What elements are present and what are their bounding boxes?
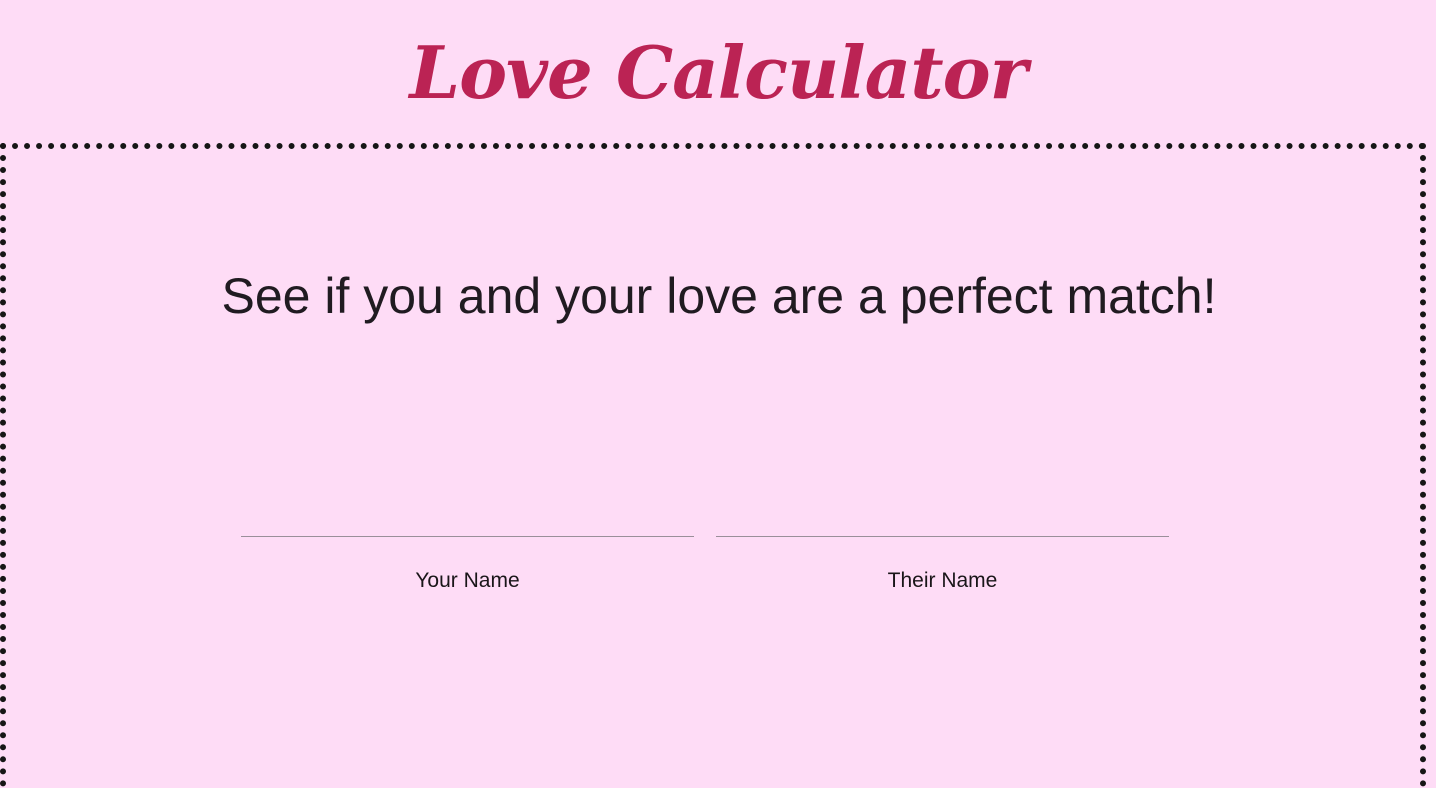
your-name-input[interactable] [241,501,694,537]
your-name-field: Your Name [241,501,694,592]
their-name-label: Their Name [887,569,998,592]
their-name-input[interactable] [716,501,1169,537]
their-name-field: Their Name [716,501,1169,592]
calculator-card: See if you and your love are a perfect m… [0,143,1426,788]
page-header: Love Calculator [0,0,1436,145]
tagline: See if you and your love are a perfect m… [221,268,1217,324]
page-title: Love Calculator [409,30,1027,115]
your-name-label: Your Name [415,569,520,592]
